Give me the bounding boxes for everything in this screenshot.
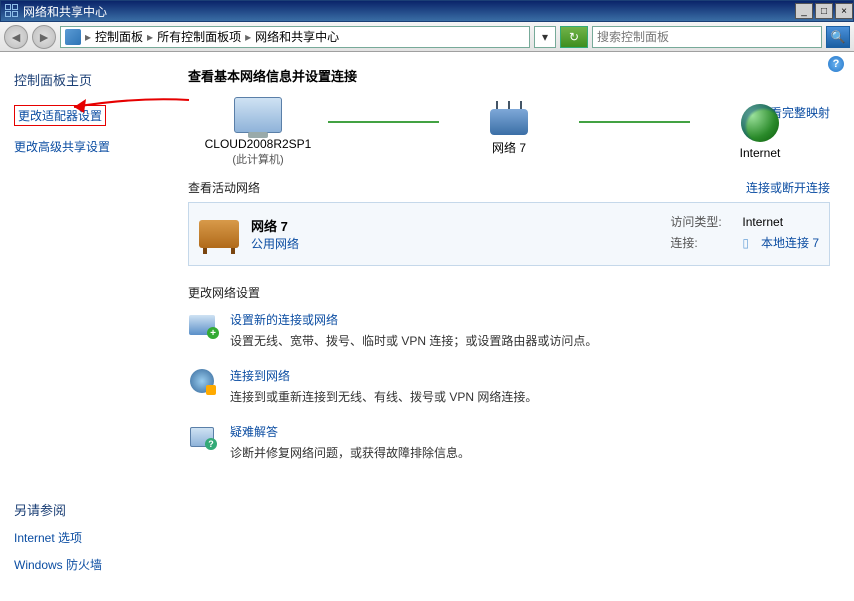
see-also-title: 另请参阅: [14, 500, 166, 519]
breadcrumb-item[interactable]: 网络和共享中心: [255, 28, 339, 45]
option-desc: 诊断并修复网络问题，或获得故障排除信息。: [230, 444, 470, 461]
map-local-sub: (此计算机): [232, 151, 283, 167]
connect-network-icon: [190, 369, 214, 393]
park-bench-icon: [199, 220, 239, 248]
nav-back-button[interactable]: ◄: [4, 25, 28, 49]
history-dropdown-button[interactable]: ▾: [534, 26, 556, 48]
network-map: CLOUD2008R2SP1 (此计算机) 网络 7 Internet: [188, 97, 830, 167]
see-also-windows-firewall[interactable]: Windows 防火墙: [14, 556, 166, 573]
change-settings-title: 更改网络设置: [188, 284, 830, 301]
sidebar-see-also: 另请参阅 Internet 选项 Windows 防火墙: [14, 500, 166, 583]
nav-forward-button[interactable]: ►: [32, 25, 56, 49]
close-button[interactable]: ×: [835, 3, 853, 19]
sidebar-adapter-settings[interactable]: 更改适配器设置: [14, 105, 166, 126]
option-title: 设置新的连接或网络: [230, 311, 597, 328]
breadcrumb-item[interactable]: 所有控制面板项: [157, 28, 241, 45]
see-also-internet-options[interactable]: Internet 选项: [14, 529, 166, 546]
option-title: 连接到网络: [230, 367, 537, 384]
maximize-button[interactable]: □: [815, 3, 833, 19]
router-icon: [490, 109, 528, 135]
access-type-label: 访问类型:: [670, 213, 730, 230]
content-area: ? 查看基本网络信息并设置连接 查看完整映射 CLOUD2008R2SP1 (此…: [180, 52, 854, 601]
help-icon[interactable]: ?: [828, 56, 844, 72]
option-connect-network[interactable]: 连接到网络 连接到或重新连接到无线、有线、拨号或 VPN 网络连接。: [188, 367, 830, 405]
sidebar-advanced-sharing[interactable]: 更改高级共享设置: [14, 138, 166, 155]
option-troubleshoot[interactable]: 疑难解答 诊断并修复网络问题，或获得故障排除信息。: [188, 423, 830, 461]
computer-icon: [234, 97, 282, 133]
map-local-name: CLOUD2008R2SP1: [205, 137, 312, 151]
search-placeholder: 搜索控制面板: [597, 28, 669, 45]
troubleshoot-icon: [190, 427, 214, 447]
sidebar: 控制面板主页 更改适配器设置 更改高级共享设置 另请参阅 Internet 选项…: [0, 52, 180, 601]
new-connection-icon: [189, 315, 215, 335]
window-title: 网络和共享中心: [23, 3, 107, 20]
sidebar-home-link[interactable]: 控制面板主页: [14, 70, 166, 89]
option-desc: 设置无线、宽带、拨号、临时或 VPN 连接；或设置路由器或访问点。: [230, 332, 597, 349]
chevron-right-icon: ▸: [245, 30, 251, 44]
connection-label: 连接:: [670, 234, 730, 251]
app-icon: [5, 4, 19, 18]
search-input[interactable]: 搜索控制面板: [592, 26, 822, 48]
control-panel-icon: [65, 29, 81, 45]
access-type-value: Internet: [742, 215, 783, 229]
chevron-right-icon: ▸: [85, 30, 91, 44]
sidebar-adapter-settings-label: 更改适配器设置: [14, 105, 106, 126]
network-name: 网络 7: [251, 216, 299, 235]
plug-icon: ▯: [742, 236, 749, 250]
connect-disconnect-link[interactable]: 连接或断开连接: [746, 179, 830, 196]
map-connection-line: [328, 121, 439, 123]
connection-link[interactable]: 本地连接 7: [761, 234, 819, 251]
chevron-right-icon: ▸: [147, 30, 153, 44]
active-network-card: 网络 7 公用网络 访问类型: Internet 连接: ▯ 本地连接 7: [188, 202, 830, 266]
option-desc: 连接到或重新连接到无线、有线、拨号或 VPN 网络连接。: [230, 388, 537, 405]
map-internet-label: Internet: [740, 146, 781, 160]
page-title: 查看基本网络信息并设置连接: [188, 66, 830, 85]
breadcrumb-item[interactable]: 控制面板: [95, 28, 143, 45]
map-network-label: 网络 7: [492, 139, 526, 156]
globe-icon: [741, 104, 779, 142]
titlebar: 网络和共享中心 _ □ ×: [0, 0, 854, 22]
map-node-network: 网络 7: [439, 109, 579, 156]
refresh-button[interactable]: ↻: [560, 26, 588, 48]
option-new-connection[interactable]: 设置新的连接或网络 设置无线、宽带、拨号、临时或 VPN 连接；或设置路由器或访…: [188, 311, 830, 349]
breadcrumb[interactable]: ▸ 控制面板 ▸ 所有控制面板项 ▸ 网络和共享中心: [60, 26, 530, 48]
map-connection-line: [579, 121, 690, 123]
minimize-button[interactable]: _: [795, 3, 813, 19]
address-bar: ◄ ► ▸ 控制面板 ▸ 所有控制面板项 ▸ 网络和共享中心 ▾ ↻ 搜索控制面…: [0, 22, 854, 52]
option-title: 疑难解答: [230, 423, 470, 440]
map-node-local: CLOUD2008R2SP1 (此计算机): [188, 97, 328, 167]
network-type-link[interactable]: 公用网络: [251, 235, 299, 252]
window-controls: _ □ ×: [793, 3, 853, 19]
active-networks-title: 查看活动网络: [188, 179, 260, 196]
search-button[interactable]: 🔍: [826, 26, 850, 48]
